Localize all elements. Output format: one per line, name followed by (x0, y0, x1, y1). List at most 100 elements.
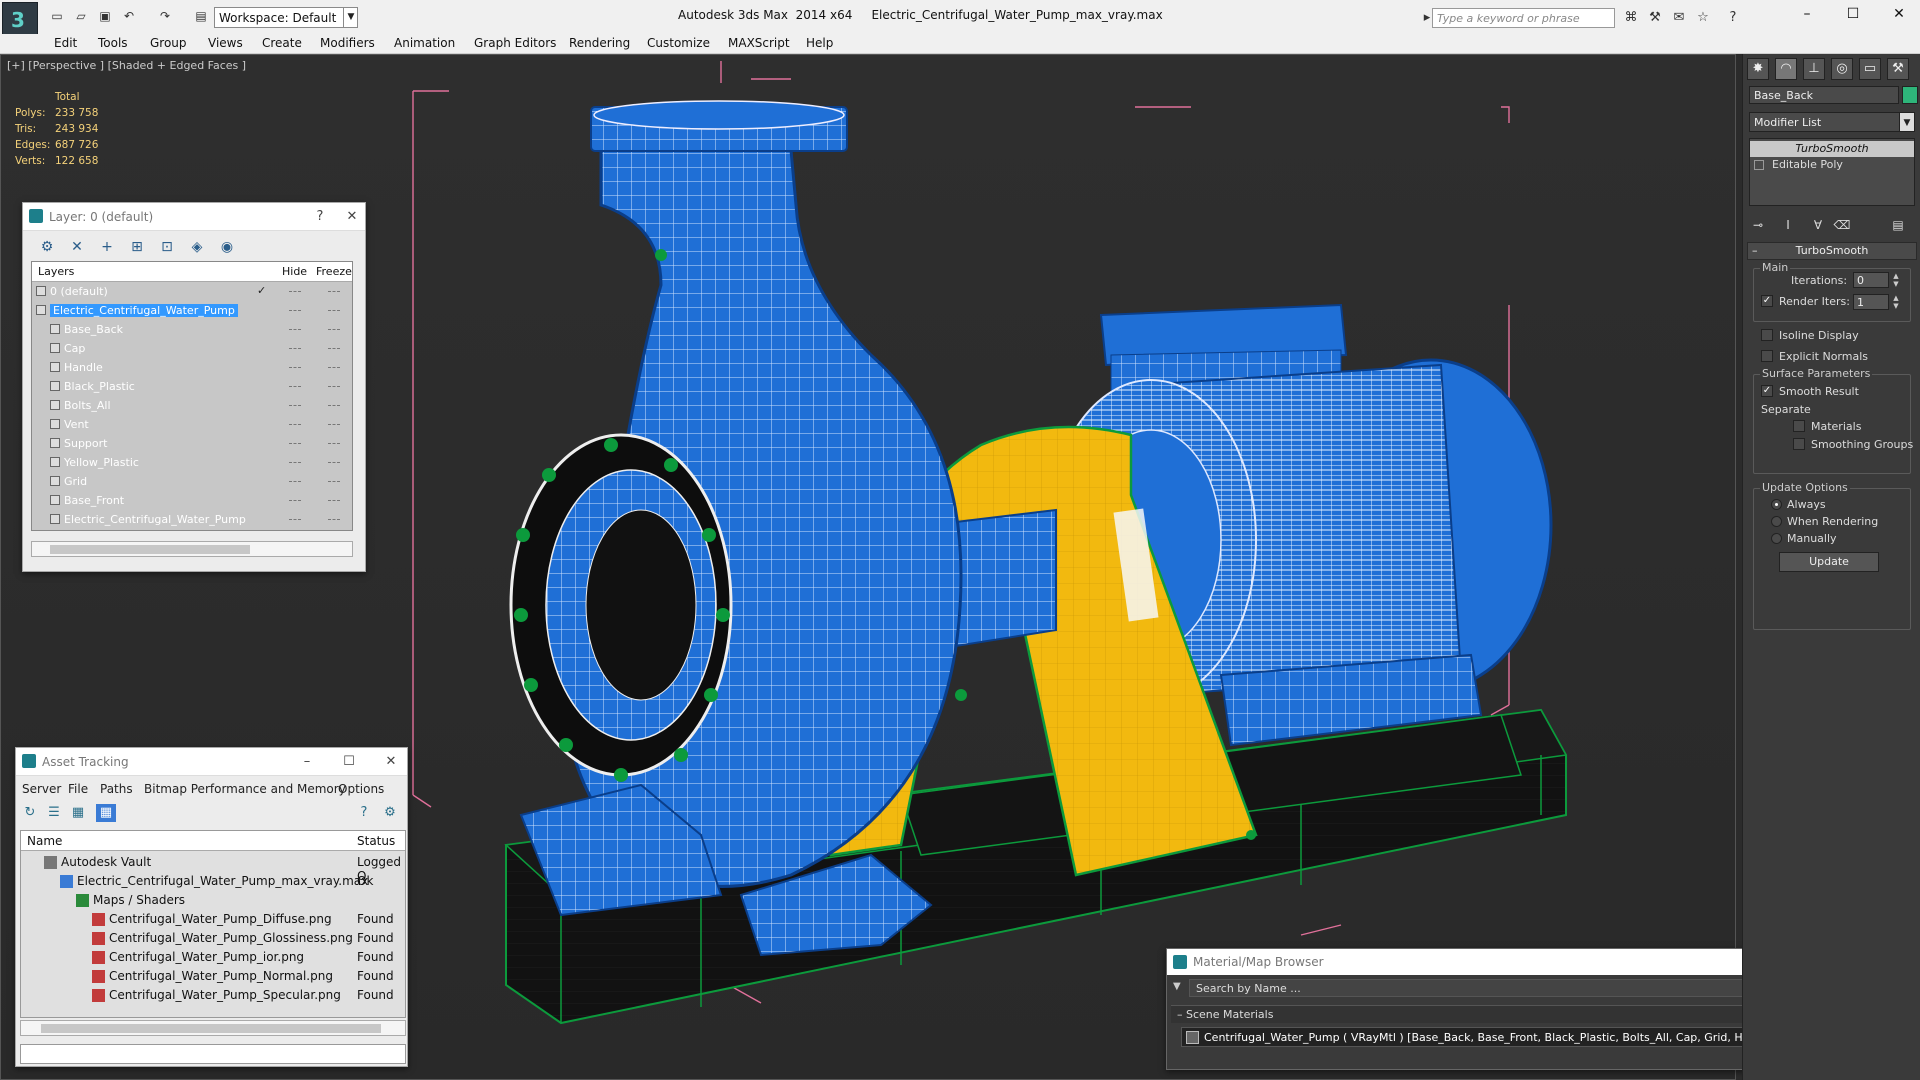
workspace-dropdown[interactable]: Workspace: Default (214, 7, 358, 28)
iterations-spinner[interactable]: 0 (1853, 272, 1889, 288)
maximize-button[interactable]: ☐ (1838, 4, 1868, 24)
layer-row[interactable]: Handle (32, 358, 352, 377)
asset-menu-server[interactable]: Server (22, 782, 61, 796)
table-view-icon[interactable]: ▦ (68, 804, 88, 822)
freeze-toggle[interactable] (328, 443, 340, 444)
add-selection-icon[interactable]: ⊞ (127, 237, 147, 257)
hide-toggle[interactable] (289, 367, 301, 368)
scrollbar-thumb[interactable] (50, 545, 250, 554)
chevron-down-icon[interactable]: ▼ (343, 7, 358, 28)
expand-icon[interactable] (1754, 160, 1764, 170)
chevron-down-icon[interactable]: ▼ (1899, 112, 1915, 132)
search-input[interactable]: Type a keyword or phrase (1432, 8, 1615, 28)
materials-checkbox[interactable] (1793, 420, 1805, 432)
asset-row[interactable]: Electric_Centrifugal_Water_Pump_max_vray… (21, 872, 405, 891)
menu-rendering[interactable]: Rendering (569, 36, 630, 50)
stack-item-turbosmooth[interactable]: TurboSmooth (1750, 141, 1914, 157)
new-file-icon[interactable]: ▭ (48, 8, 66, 24)
menu-create[interactable]: Create (262, 36, 302, 50)
hide-toggle[interactable] (289, 329, 301, 330)
favorites-star-icon[interactable]: ☆ (1694, 9, 1712, 27)
hide-all-icon[interactable]: ◉ (217, 237, 237, 257)
asset-row[interactable]: Centrifugal_Water_Pump_Specular.png Found (21, 986, 405, 1005)
asset-row[interactable]: Autodesk Vault Logged O (21, 853, 405, 883)
menu-maxscript[interactable]: MAXScript (728, 36, 790, 50)
turbosmooth-rollout[interactable]: – TurboSmooth (1747, 242, 1917, 260)
open-file-icon[interactable]: ▱ (72, 8, 90, 24)
object-color-swatch[interactable] (1902, 86, 1918, 104)
manually-radio[interactable] (1771, 533, 1782, 544)
menu-tools[interactable]: Tools (98, 36, 128, 50)
modify-tab-icon[interactable]: ◠ (1775, 58, 1797, 80)
maximize-icon[interactable]: ☐ (340, 753, 358, 771)
freeze-toggle[interactable] (328, 519, 340, 520)
hide-toggle[interactable] (289, 310, 301, 311)
horizontal-scrollbar[interactable] (31, 541, 353, 557)
current-layer-check-icon[interactable]: ✓ (257, 284, 266, 297)
menu-edit[interactable]: Edit (54, 36, 77, 50)
status-column-header[interactable]: Status (357, 834, 395, 848)
menu-help[interactable]: Help (806, 36, 833, 50)
app-menu-button[interactable]: 3 (2, 2, 38, 38)
menu-graph-editors[interactable]: Graph Editors (474, 36, 556, 50)
grid-view-icon[interactable]: ▦ (96, 804, 116, 822)
menu-views[interactable]: Views (208, 36, 243, 50)
hide-toggle[interactable] (289, 443, 301, 444)
spinner-arrows-icon[interactable]: ▲ ▼ (1891, 294, 1901, 310)
layer-row[interactable]: Cap (32, 339, 352, 358)
close-icon[interactable]: ✕ (382, 753, 400, 771)
highlight-layer-icon[interactable]: ◈ (187, 237, 207, 257)
make-unique-icon[interactable]: ∀ (1809, 216, 1827, 234)
asset-row[interactable]: Centrifugal_Water_Pump_ior.png Found (21, 948, 405, 967)
create-tab-icon[interactable]: ✸ (1747, 58, 1769, 80)
modifier-list-dropdown[interactable]: Modifier List (1749, 112, 1909, 132)
stack-item-editable-poly[interactable]: Editable Poly (1750, 157, 1914, 173)
select-objects-icon[interactable]: ⊡ (157, 237, 177, 257)
modifier-stack[interactable]: TurboSmooth Editable Poly (1749, 138, 1915, 206)
redo-icon[interactable]: ↷ (156, 8, 174, 24)
freeze-toggle[interactable] (328, 424, 340, 425)
freeze-toggle[interactable] (328, 405, 340, 406)
settings-icon[interactable]: ⚙ (380, 804, 400, 822)
refresh-icon[interactable]: ↻ (20, 804, 40, 822)
show-end-result-icon[interactable]: Ι (1779, 216, 1797, 234)
spinner-arrows-icon[interactable]: ▲ ▼ (1891, 272, 1901, 288)
layer-row[interactable]: Black_Plastic (32, 377, 352, 396)
layer-settings-icon[interactable]: ⚙ (37, 237, 57, 257)
asset-row[interactable]: Maps / Shaders (21, 891, 405, 910)
layer-row[interactable]: Support (32, 434, 352, 453)
hierarchy-tab-icon[interactable]: ⊥ (1803, 58, 1825, 80)
menu-modifiers[interactable]: Modifiers (320, 36, 375, 50)
freeze-column-header[interactable]: Freeze (316, 265, 352, 278)
isoline-display-checkbox[interactable] (1761, 329, 1773, 341)
freeze-toggle[interactable] (328, 386, 340, 387)
layer-row[interactable]: Yellow_Plastic (32, 453, 352, 472)
hide-toggle[interactable] (289, 500, 301, 501)
freeze-toggle[interactable] (328, 500, 340, 501)
asset-menu-options[interactable]: Options (338, 782, 384, 796)
asset-row[interactable]: Centrifugal_Water_Pump_Normal.png Found (21, 967, 405, 986)
asset-menu-paths[interactable]: Paths (100, 782, 133, 796)
explicit-normals-checkbox[interactable] (1761, 350, 1773, 362)
display-tab-icon[interactable]: ▭ (1859, 58, 1881, 80)
freeze-toggle[interactable] (328, 348, 340, 349)
menu-animation[interactable]: Animation (394, 36, 455, 50)
horizontal-scrollbar[interactable] (20, 1020, 406, 1036)
render-iters-spinner[interactable]: 1 (1853, 294, 1889, 310)
chevron-down-icon[interactable]: ▼ (1173, 981, 1181, 992)
asset-menu-bitmap[interactable]: Bitmap Performance and Memory (144, 782, 346, 796)
minimize-icon[interactable]: – (298, 753, 316, 771)
freeze-toggle[interactable] (328, 481, 340, 482)
project-folder-icon[interactable]: ▤ (192, 8, 210, 24)
layers-column-header[interactable]: Layers (38, 265, 74, 278)
layer-panel-titlebar[interactable]: Layer: 0 (default) ? ✕ (23, 203, 365, 231)
hide-toggle[interactable] (289, 291, 301, 292)
freeze-toggle[interactable] (328, 329, 340, 330)
help-button[interactable]: ? (311, 208, 329, 226)
hide-toggle[interactable] (289, 405, 301, 406)
delete-layer-icon[interactable]: ✕ (67, 237, 87, 257)
layer-row[interactable]: Base_Back (32, 320, 352, 339)
asset-table[interactable]: Name Status Autodesk Vault Logged O Electr… (20, 830, 406, 1018)
save-file-icon[interactable]: ▣ (96, 8, 114, 24)
asset-row[interactable]: Centrifugal_Water_Pump_Diffuse.png Found (21, 910, 405, 929)
